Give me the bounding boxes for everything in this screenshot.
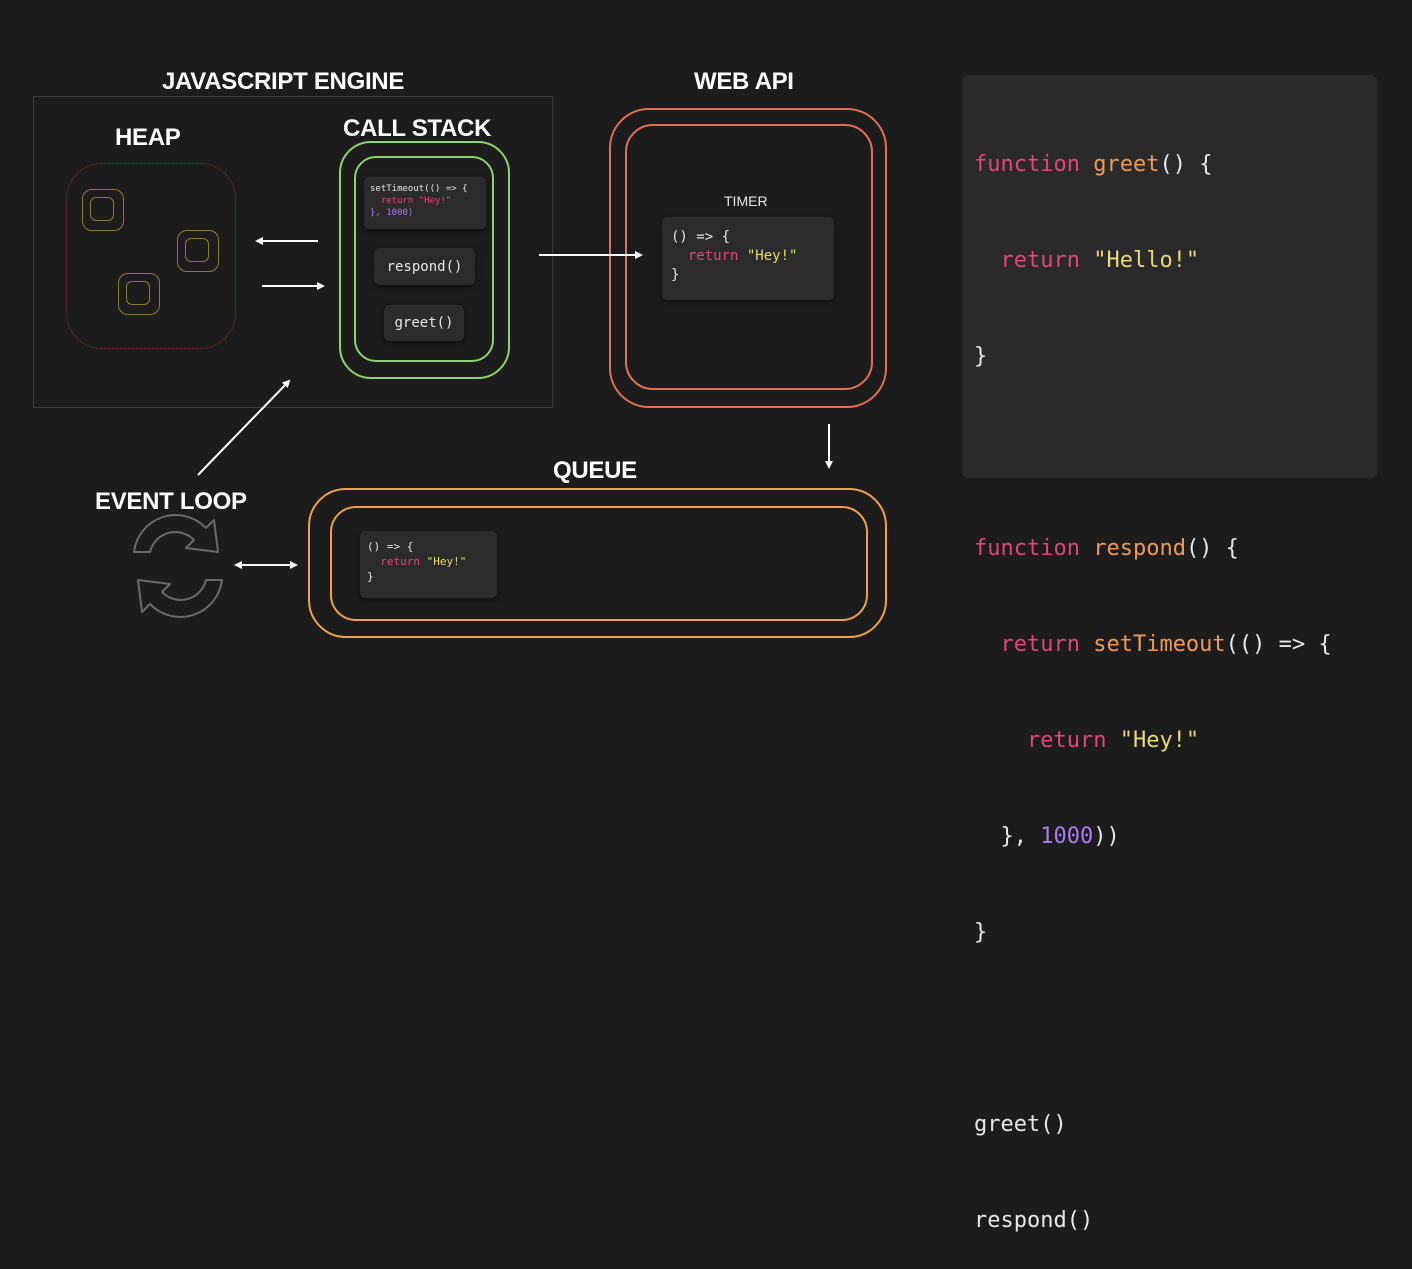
code-token: function — [974, 536, 1094, 561]
code-token: greet — [1093, 152, 1160, 177]
code-line-3: } — [974, 344, 988, 369]
code-line-2: return "Hello!" — [974, 245, 1377, 277]
code-panel: function greet() { return "Hello!" } fun… — [962, 75, 1377, 1233]
code-token: (() => { — [1225, 632, 1332, 657]
code-line-11: greet() — [974, 1112, 1067, 1137]
event-loop-icon — [133, 514, 223, 618]
code-line-8: }, 1000)) — [974, 821, 1377, 853]
code-token: () { — [1185, 536, 1239, 561]
code-token: return — [974, 632, 1094, 657]
code-token: return — [974, 728, 1120, 753]
code-token: "Hey!" — [1119, 728, 1200, 753]
code-token: respond — [1093, 536, 1186, 561]
code-line-7: return "Hey!" — [974, 725, 1377, 757]
code-token: function — [974, 152, 1094, 177]
code-line-6: return setTimeout(() => { — [974, 629, 1377, 661]
code-token: )) — [1093, 824, 1120, 849]
code-token: "Hello!" — [1093, 248, 1200, 273]
code-token: () { — [1159, 152, 1213, 177]
code-token: return — [974, 248, 1094, 273]
code-line-5: function respond() { — [974, 533, 1377, 565]
code-token: 1000 — [1040, 824, 1094, 849]
code-token: setTimeout — [1093, 632, 1226, 657]
code-line-1: function greet() { — [974, 149, 1377, 181]
code-token: }, — [974, 824, 1041, 849]
code-line-12: respond() — [974, 1208, 1094, 1233]
code-line-9: } — [974, 920, 988, 945]
eventloop-to-stack-arrow — [197, 379, 291, 476]
